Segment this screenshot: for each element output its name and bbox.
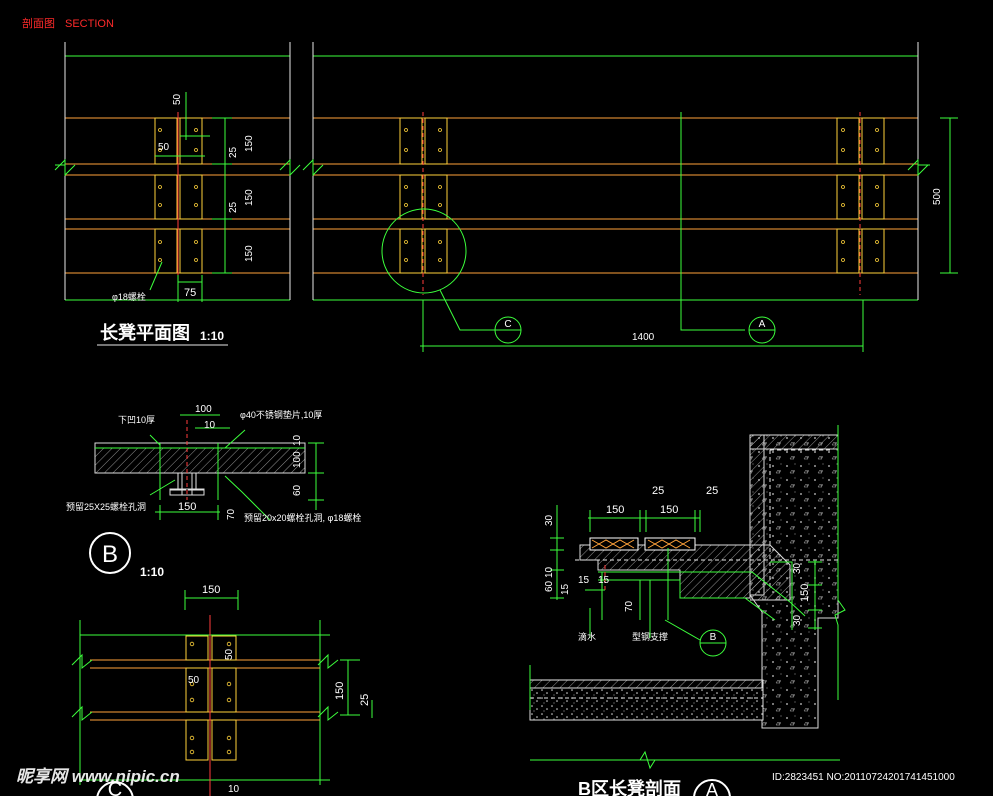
watermark-logo: 昵享网 www.nipic.cn [16, 767, 180, 786]
section-dim-70: 70 [624, 600, 635, 612]
plan-bracket-left [154, 112, 203, 280]
plan-scale: 1:10 [200, 329, 224, 343]
plan-dim-150-a: 150 [244, 135, 255, 152]
header-title-en: SECTION [65, 18, 114, 30]
detail-b-dim-100b: 100 [292, 451, 303, 468]
detail-b-label-down: 下凹10厚 [118, 415, 155, 425]
plan-dim-150-c: 150 [244, 245, 255, 262]
section-callout-b-label: B [710, 632, 717, 643]
section-dim-150-a: 150 [606, 504, 624, 516]
section-title: B区长凳剖面 [578, 778, 681, 796]
section-callout-b: B [699, 629, 727, 657]
section-dim-30-rb: 30 [792, 614, 803, 626]
plan-dim-50-left: 50 [158, 142, 170, 153]
section-dim-10: 10 [544, 566, 555, 578]
detail-b-dim-70: 70 [226, 508, 237, 520]
detail-c-dim-150-top: 150 [202, 584, 220, 596]
plan-bolt-label: φ18螺栓 [112, 291, 146, 302]
detail-b-dim-150: 150 [178, 501, 196, 513]
callout-a-plan: A [748, 316, 776, 344]
plan-dim-50-top: 50 [172, 93, 183, 105]
watermark-id: ID:2823451 NO:20110724201741451000 [772, 772, 955, 783]
plan-bracket-middle [381, 112, 467, 295]
cad-drawing: 剖面图 SECTION C A 50 50 25 150 25 150 150 … [16, 16, 958, 796]
detail-c-dim-25: 25 [359, 694, 371, 706]
section-b: 150 25 150 25 30 60 10 15 15 15 70 30 15… [529, 425, 846, 796]
plan-dim-25-a: 25 [228, 146, 239, 158]
section-dim-15-c: 15 [598, 575, 610, 586]
callout-c-plan-label: C [504, 319, 511, 330]
bench-plan-view: C A 50 50 25 150 25 150 150 75 φ18螺栓 140… [54, 42, 958, 352]
detail-b-scale: 1:10 [140, 565, 164, 579]
detail-b: 下凹10厚 100 10 φ40不锈钢垫片,10厚 10 100 60 70 1… [66, 404, 361, 579]
section-dim-30: 30 [544, 514, 555, 526]
watermark: 昵享网 www.nipic.cn ID:2823451 NO:201107242… [16, 767, 955, 786]
section-circle-a-label: A [706, 780, 718, 796]
callout-a-plan-label: A [759, 319, 766, 330]
section-dim-150-r: 150 [799, 584, 811, 602]
detail-b-dim-100: 100 [195, 404, 212, 415]
section-dim-60: 60 [544, 580, 555, 592]
detail-c-dim-50b: 50 [188, 675, 200, 686]
detail-b-label-hole-20: 预留20x20螺栓孔洞, φ18螺栓 [244, 512, 361, 523]
callout-c-plan: C [494, 316, 522, 344]
detail-b-dim-10b: 10 [292, 434, 303, 446]
section-label-waterproof: 滴水 [578, 631, 596, 642]
section-dim-150-b: 150 [660, 504, 678, 516]
section-dim-25-a: 25 [652, 485, 664, 497]
section-dim-15-b: 15 [578, 575, 590, 586]
detail-b-dim-10: 10 [204, 420, 216, 431]
detail-b-dim-60: 60 [292, 484, 303, 496]
detail-c-dim-10-bottom: 10 [228, 784, 240, 795]
plan-dim-25-b: 25 [228, 201, 239, 213]
detail-b-circle-label: B [102, 541, 118, 568]
section-dim-30-r: 30 [792, 562, 803, 574]
plan-dim-500: 500 [932, 188, 943, 205]
plan-title: 长凳平面图 [100, 322, 190, 343]
detail-c-dim-50: 50 [224, 648, 235, 660]
section-dim-15-a: 15 [560, 583, 571, 595]
detail-b-circle: B [89, 532, 131, 574]
plan-dim-150-b: 150 [244, 189, 255, 206]
plan-dim-1400: 1400 [632, 332, 655, 343]
header-title-cn: 剖面图 [22, 16, 55, 30]
detail-c: 150 50 50 150 25 10 C [71, 584, 373, 796]
section-dim-25-b: 25 [706, 485, 718, 497]
section-label-steel: 型钢支撑 [632, 631, 668, 642]
detail-b-label-hole-25: 预留25X25螺栓孔洞 [66, 501, 146, 512]
plan-dim-75: 75 [184, 287, 196, 299]
section-circle-a: A [693, 779, 731, 796]
detail-c-dim-150-right: 150 [334, 682, 346, 700]
plan-bracket-right [836, 112, 885, 295]
header: 剖面图 SECTION [22, 16, 114, 30]
detail-b-label-washer: φ40不锈钢垫片,10厚 [240, 409, 322, 420]
